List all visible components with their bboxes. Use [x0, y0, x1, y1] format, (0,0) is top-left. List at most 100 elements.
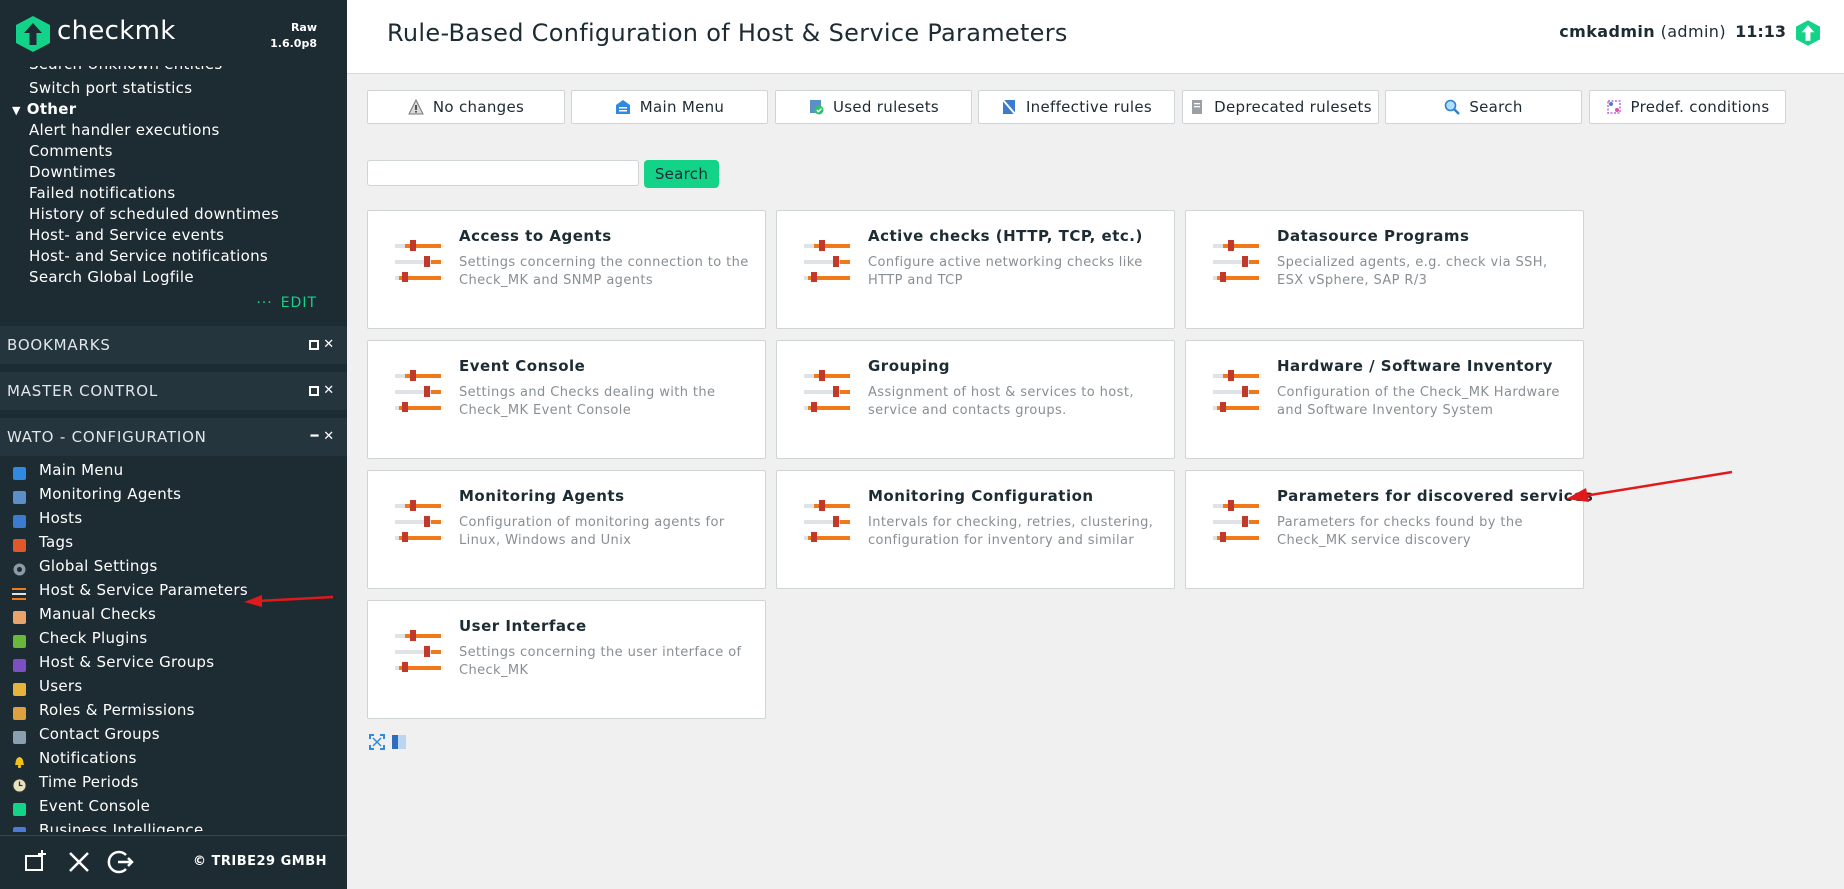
wato-item-label: Manual Checks [39, 605, 157, 623]
version-label: 1.6.0p8 [270, 37, 317, 50]
predef-conditions-button[interactable]: Predef. conditions [1589, 90, 1786, 124]
sidebar-link-alert-handler-executions[interactable]: Alert handler executions [0, 120, 347, 141]
wato-item-hosts[interactable]: Hosts [0, 506, 347, 530]
wato-item-label: Roles & Permissions [39, 701, 195, 719]
wato-item-monitoring-agents[interactable]: Monitoring Agents [0, 482, 347, 506]
deprecated-rulesets-button[interactable]: Deprecated rulesets [1182, 90, 1379, 124]
edition-label: Raw [290, 21, 317, 34]
group-description: Specialized agents, e.g. check via SSH, … [1277, 255, 1548, 288]
sidebar-link-failed-notifications[interactable]: Failed notifications [0, 183, 347, 204]
wato-item-time-periods[interactable]: Time Periods [0, 770, 347, 794]
close-icon[interactable]: ✕ [323, 383, 335, 398]
add-snapin-button[interactable] [20, 846, 52, 878]
group-card-user-interface[interactable]: User Interface Settings concerning the us… [367, 600, 766, 719]
sidebar-link-history-downtimes[interactable]: History of scheduled downtimes [0, 204, 347, 225]
wato-item-notifications[interactable]: Notifications [0, 746, 347, 770]
wato-item-roles-permissions[interactable]: Roles & Permissions [0, 698, 347, 722]
group-card-hardware-software-inventory[interactable]: Hardware / Software Inventory Configurati… [1185, 340, 1584, 459]
snapin-title-label: WATO - CONFIGURATION [7, 428, 207, 446]
checkmk-logo-icon[interactable] [16, 16, 50, 52]
group-card-monitoring-configuration[interactable]: Monitoring Configuration Intervals for ch… [776, 470, 1175, 589]
snapin-title-label: MASTER CONTROL [7, 382, 159, 400]
search-input[interactable] [367, 160, 639, 186]
views-edit-link[interactable]: ··· EDIT [0, 288, 347, 318]
logout-button[interactable] [105, 846, 137, 878]
close-icon[interactable]: ✕ [323, 429, 335, 444]
top-bar: Rule-Based Configuration of Host & Servi… [347, 0, 1844, 74]
wato-item-label: Main Menu [39, 461, 124, 479]
wato-snapin-title[interactable]: WATO - CONFIGURATION ━ ✕ [0, 410, 347, 456]
sidebar-link-host-service-notifications[interactable]: Host- and Service notifications [0, 246, 347, 267]
checkmk-small-logo-icon[interactable] [1796, 20, 1820, 46]
sidebar-group-label: Other [26, 100, 77, 118]
bell-icon [12, 752, 27, 769]
group-card-active-checks-http-tcp-etc[interactable]: Active checks (HTTP, TCP, etc.) Configure… [776, 210, 1175, 329]
no-changes-button[interactable]: No changes [367, 90, 565, 124]
group-card-datasource-programs[interactable]: Datasource Programs Specialized agents, e… [1185, 210, 1584, 329]
sidebar-link-host-service-events[interactable]: Host- and Service events [0, 225, 347, 246]
wato-item-users[interactable]: Users [0, 674, 347, 698]
search-rulesets-button[interactable]: Search [1385, 90, 1582, 124]
wato-item-label: Notifications [39, 749, 137, 767]
rulesets-slider-icon [395, 238, 441, 283]
minimize-icon[interactable]: ━ [311, 429, 320, 444]
groups-icon [12, 656, 27, 672]
wato-item-event-console[interactable]: Event Console [0, 794, 347, 818]
used-rulesets-button[interactable]: Used rulesets [775, 90, 972, 124]
user-info[interactable]: cmkadmin (admin) [1559, 22, 1726, 41]
wato-item-host-service-groups[interactable]: Host & Service Groups [0, 650, 347, 674]
wato-item-check-plugins[interactable]: Check Plugins [0, 626, 347, 650]
triangle-down-icon: ▼ [12, 104, 21, 117]
wato-item-manual-checks[interactable]: Manual Checks [0, 602, 347, 626]
group-description: Settings concerning the user interface o… [459, 645, 742, 678]
sidebar-link-downtimes[interactable]: Downtimes [0, 162, 347, 183]
wato-item-host-service-parameters[interactable]: Host & Service Parameters [0, 578, 347, 602]
wato-item-contact-groups[interactable]: Contact Groups [0, 722, 347, 746]
fullscreen-icon[interactable] [369, 734, 385, 750]
group-card-access-to-agents[interactable]: Access to Agents Settings concerning the … [367, 210, 766, 329]
sidebar-link-search-global-logfile[interactable]: Search Global Logfile [0, 267, 347, 288]
sidebar-scroll-area[interactable]: Search Unknown entities Switch port stat… [0, 66, 347, 835]
wato-item-label: Users [39, 677, 83, 695]
sidebar-link-search-unknown[interactable]: Search Unknown entities [0, 66, 347, 78]
button-label: Predef. conditions [1630, 98, 1770, 116]
wato-item-label: Tags [39, 533, 74, 551]
wato-item-business-intelligence[interactable]: Business Intelligence [0, 818, 347, 832]
clock-icon [12, 776, 27, 793]
bookmarks-snapin-title[interactable]: BOOKMARKS ✕ [0, 318, 347, 364]
group-card-event-console[interactable]: Event Console Settings and Checks dealing… [367, 340, 766, 459]
snapin-title-label: BOOKMARKS [7, 336, 111, 354]
maximize-icon[interactable] [309, 339, 320, 350]
group-card-grouping[interactable]: Grouping Assignment of host & services to… [776, 340, 1175, 459]
group-card-parameters-for-discovered-services[interactable]: Parameters for discovered services Parame… [1185, 470, 1593, 589]
edit-sidebar-button[interactable] [63, 846, 95, 878]
button-label: Main Menu [639, 98, 725, 116]
sidebar-header: checkmk Raw 1.6.0p8 [0, 0, 347, 66]
edit-label: EDIT [280, 295, 317, 311]
master-control-snapin-title[interactable]: MASTER CONTROL ✕ [0, 364, 347, 410]
rulesets-slider-icon [804, 498, 850, 543]
close-icon[interactable]: ✕ [323, 337, 335, 352]
maximize-icon[interactable] [309, 385, 320, 396]
wato-item-tags[interactable]: Tags [0, 530, 347, 554]
wato-item-global-settings[interactable]: Global Settings [0, 554, 347, 578]
deprecated-rulesets-icon [1192, 100, 1203, 114]
warning-icon [408, 99, 424, 115]
main-menu-button[interactable]: Main Menu [571, 90, 768, 124]
group-title: Monitoring Agents [459, 487, 625, 505]
wato-item-main-menu[interactable]: Main Menu [0, 458, 347, 482]
tools-icon [69, 852, 89, 872]
sidebar-link-comments[interactable]: Comments [0, 141, 347, 162]
search-button[interactable]: Search [644, 160, 719, 188]
sidebar-toggle-icon[interactable] [391, 734, 407, 750]
tags-icon [12, 536, 27, 552]
sidebar-group-other[interactable]: ▼ Other [0, 99, 347, 120]
group-card-monitoring-agents[interactable]: Monitoring Agents Configuration of monito… [367, 470, 766, 589]
puzzle-icon [12, 632, 27, 648]
rulesets-slider-icon [804, 238, 850, 283]
group-description: Configuration of monitoring agents for L… [459, 515, 725, 548]
rulesets-icon [12, 584, 27, 600]
rulesets-slider-icon [804, 368, 850, 413]
ineffective-rules-button[interactable]: Ineffective rules [978, 90, 1175, 124]
sidebar-link-switch-port-statistics[interactable]: Switch port statistics [0, 78, 347, 99]
